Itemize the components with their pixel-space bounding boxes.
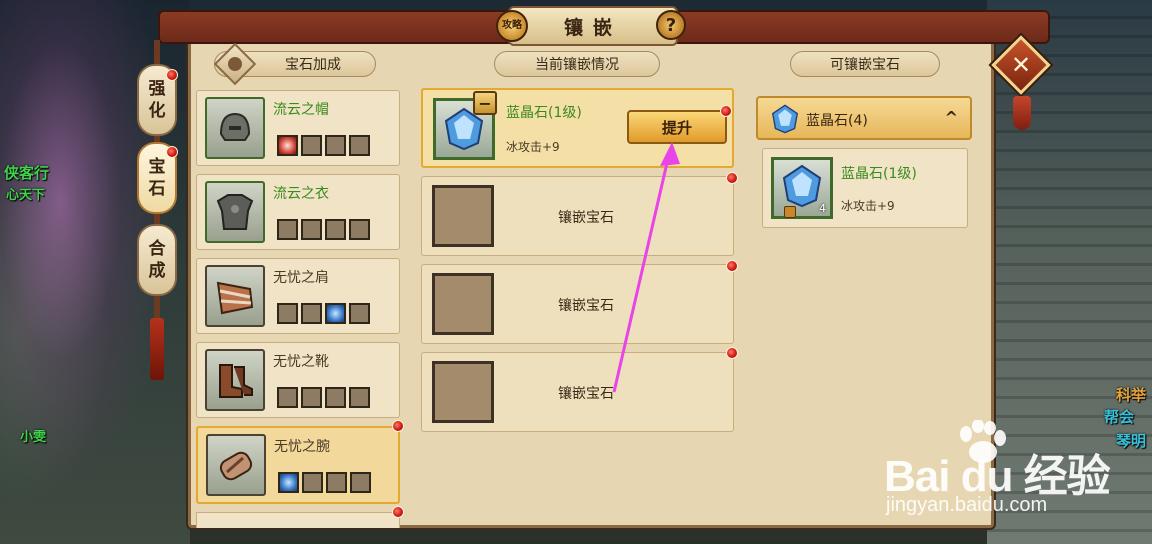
watermark-site: jingyan.baidu.com [886, 494, 1048, 516]
baidu-watermark: Bai du 经验 jingyan.baidu.com [884, 420, 1124, 520]
